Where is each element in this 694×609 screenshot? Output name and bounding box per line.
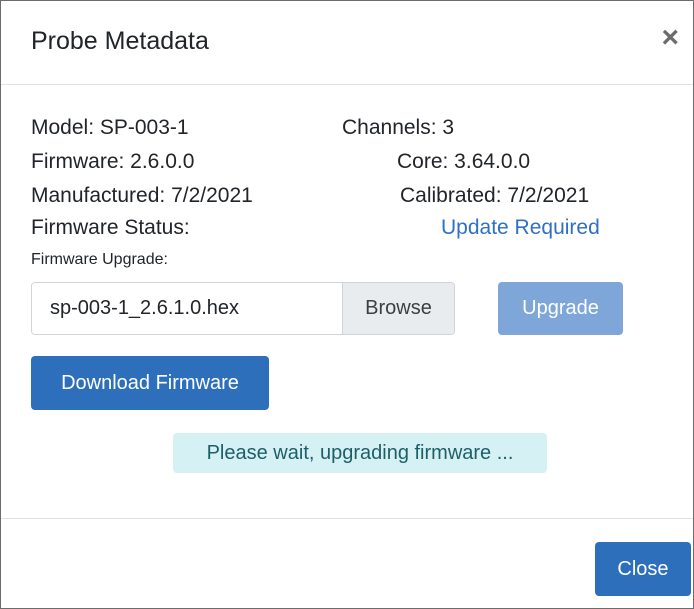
footer-divider	[1, 518, 693, 519]
close-button[interactable]: Close	[595, 542, 691, 596]
modal-header: Probe Metadata ×	[1, 1, 693, 85]
calibrated-text: Calibrated: 7/2/2021	[400, 184, 590, 207]
core-text: Core: 3.64.0.0	[397, 150, 531, 173]
firmware-status-link[interactable]: Update Required	[441, 216, 600, 240]
model-text: Model: SP-003-1	[31, 116, 189, 139]
probe-metadata-modal: Probe Metadata × Model: SP-003-1 Channel…	[0, 0, 694, 609]
firmware-text: Firmware: 2.6.0.0	[31, 150, 195, 173]
status-message: Please wait, upgrading firmware ...	[173, 433, 547, 473]
firmware-upgrade-label: Firmware Upgrade:	[31, 251, 168, 268]
manufactured-text: Manufactured: 7/2/2021	[31, 184, 253, 207]
firmware-status-label: Firmware Status:	[31, 216, 190, 239]
modal-title: Probe Metadata	[31, 27, 209, 55]
upgrade-button[interactable]: Upgrade	[498, 282, 623, 335]
firmware-file-input[interactable]: sp-003-1_2.6.1.0.hex Browse	[31, 282, 455, 335]
channels-text: Channels: 3	[342, 116, 455, 139]
download-firmware-button[interactable]: Download Firmware	[31, 356, 269, 410]
browse-button[interactable]: Browse	[342, 283, 454, 334]
file-name-field[interactable]: sp-003-1_2.6.1.0.hex	[32, 283, 342, 334]
close-icon[interactable]: ×	[661, 23, 679, 53]
